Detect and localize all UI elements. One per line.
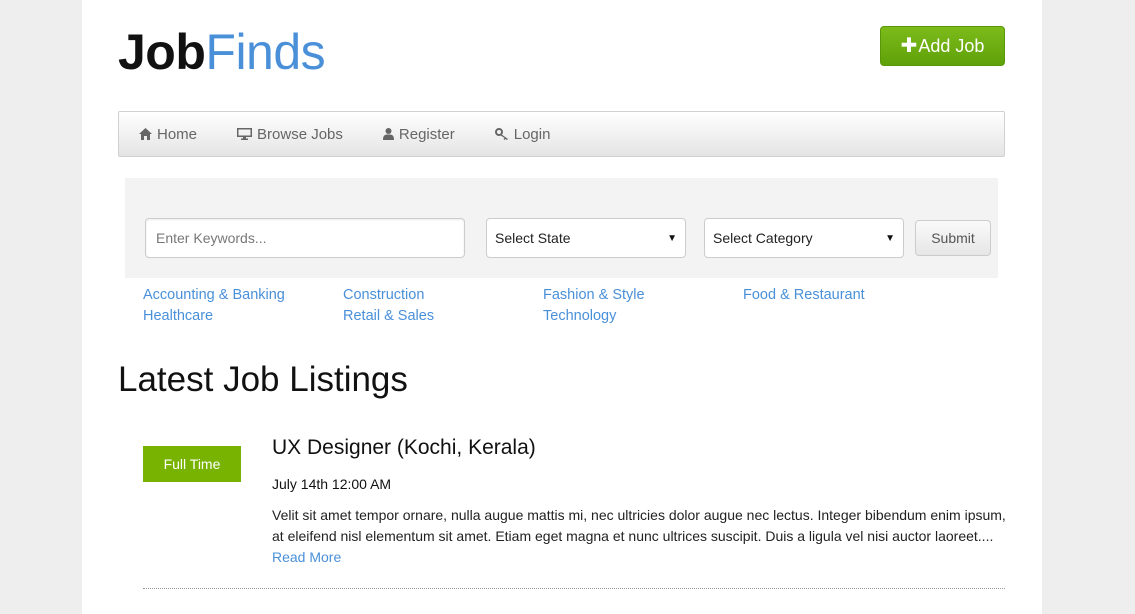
category-link-food-restaurant[interactable]: Food & Restaurant (743, 285, 943, 306)
site-logo[interactable]: JobFinds (118, 22, 326, 82)
state-select-value: Select State (495, 230, 571, 246)
job-description: Velit sit amet tempor ornare, nulla augu… (272, 505, 1007, 568)
listing-divider (143, 588, 1005, 589)
nav-item-label: Login (513, 125, 551, 143)
nav-item-login[interactable]: Login (494, 125, 551, 143)
nav-item-browse-jobs[interactable]: Browse Jobs (237, 126, 343, 143)
submit-button[interactable]: Submit (915, 220, 991, 256)
home-icon (139, 128, 152, 140)
add-job-label: Add Job (918, 35, 985, 56)
category-link-construction[interactable]: Construction (343, 285, 543, 306)
category-link-fashion-style[interactable]: Fashion & Style (543, 285, 743, 306)
job-title[interactable]: UX Designer (Kochi, Kerala) (272, 436, 536, 460)
category-links: Accounting & Banking Construction Fashio… (143, 285, 943, 327)
plus-icon: ✚ (900, 35, 918, 57)
key-icon (494, 128, 508, 140)
job-description-text: Velit sit amet tempor ornare, nulla augu… (272, 507, 1006, 544)
nav-item-register[interactable]: Register (382, 125, 455, 143)
category-link-healthcare[interactable]: Healthcare (143, 306, 343, 327)
logo-part-finds: Finds (205, 24, 326, 80)
nav-item-label: Home (157, 125, 198, 143)
chevron-down-icon: ▼ (885, 232, 895, 244)
main-navbar: Home Browse Jobs Register Login (118, 111, 1005, 157)
nav-item-home[interactable]: Home (139, 126, 197, 143)
chevron-down-icon: ▼ (667, 232, 677, 244)
add-job-button[interactable]: ✚ Add Job (880, 26, 1005, 66)
user-icon (382, 128, 394, 140)
category-link-retail-sales[interactable]: Retail & Sales (343, 306, 543, 327)
keywords-input[interactable] (145, 218, 465, 258)
category-select-value: Select Category (713, 230, 813, 246)
logo-part-job: Job (118, 24, 206, 80)
monitor-icon (237, 128, 253, 140)
job-type-badge: Full Time (143, 446, 241, 482)
state-select[interactable]: Select State ▼ (486, 218, 686, 258)
page-container: JobFinds ✚ Add Job Home Browse Jobs Regi… (82, 0, 1042, 614)
category-select[interactable]: Select Category ▼ (704, 218, 904, 258)
category-link-accounting-banking[interactable]: Accounting & Banking (143, 285, 343, 306)
search-panel: Select State ▼ Select Category ▼ Submit (125, 178, 998, 278)
job-date: July 14th 12:00 AM (272, 476, 392, 492)
nav-item-label: Browse Jobs (257, 125, 343, 143)
section-title: Latest Job Listings (118, 360, 408, 399)
read-more-link[interactable]: Read More (272, 549, 341, 565)
category-link-technology[interactable]: Technology (543, 306, 743, 327)
nav-item-label: Register (398, 125, 455, 143)
